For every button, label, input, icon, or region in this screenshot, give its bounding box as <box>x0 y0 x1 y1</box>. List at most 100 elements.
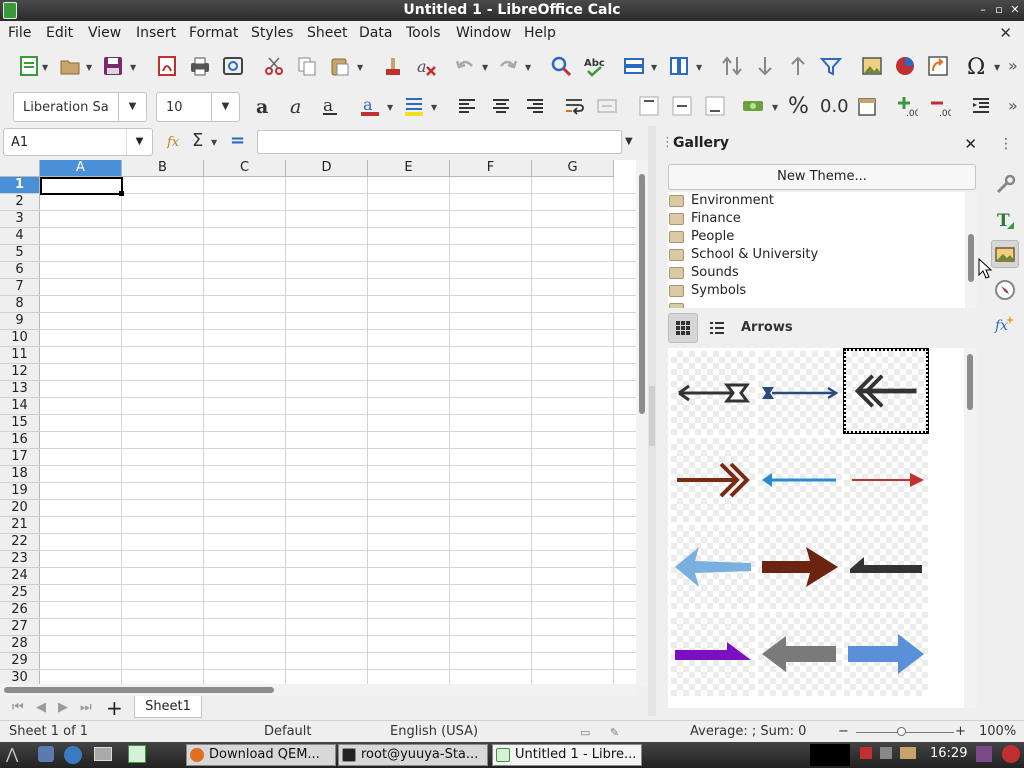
font-color-dropdown-icon[interactable]: ▼ <box>387 103 393 112</box>
column-header-e[interactable]: E <box>368 160 450 177</box>
gallery-item-arrow[interactable] <box>671 525 755 609</box>
name-box[interactable]: A1 ▼ <box>3 128 153 156</box>
maximize-button[interactable]: ▫ <box>992 2 1006 18</box>
gallery-items[interactable] <box>668 348 964 708</box>
wrap-text-icon[interactable] <box>561 93 587 119</box>
row-header[interactable]: 13 <box>0 381 40 398</box>
align-top-icon[interactable] <box>636 93 662 119</box>
column-header-f[interactable]: F <box>450 160 532 177</box>
theme-list-scrollbar[interactable] <box>965 192 977 308</box>
row-header[interactable]: 18 <box>0 466 40 483</box>
sort-ascending-icon[interactable] <box>785 53 811 79</box>
font-name-combobox[interactable]: Liberation Sa ▼ <box>13 92 147 122</box>
bold-icon[interactable]: a <box>251 93 277 119</box>
row-icon[interactable] <box>621 53 647 79</box>
calc-launcher-icon[interactable] <box>128 745 146 763</box>
row-header[interactable]: 25 <box>0 585 40 602</box>
number-format-button[interactable]: 0.0 <box>820 96 849 117</box>
zoom-out-button[interactable]: − <box>838 724 849 739</box>
paste-dropdown-icon[interactable]: ▼ <box>357 63 363 72</box>
row-dropdown-icon[interactable]: ▼ <box>651 63 657 72</box>
formula-input[interactable] <box>257 130 622 154</box>
column-icon[interactable] <box>666 53 692 79</box>
row-header[interactable]: 7 <box>0 279 40 296</box>
show-desktop-icon[interactable] <box>94 747 112 761</box>
menu-styles[interactable]: Styles <box>251 25 293 41</box>
user-icon[interactable] <box>976 746 992 762</box>
currency-dropdown-icon[interactable]: ▼ <box>772 103 778 112</box>
theme-item[interactable]: Symbols <box>668 282 958 300</box>
last-sheet-icon[interactable]: ⏭ <box>80 700 92 715</box>
date-format-icon[interactable] <box>854 93 880 119</box>
minimize-button[interactable]: – <box>976 2 990 18</box>
gallery-item-arrow[interactable] <box>758 525 842 609</box>
theme-item[interactable] <box>668 300 958 308</box>
gallery-item-arrow[interactable] <box>758 351 842 435</box>
gallery-item-arrow-selected[interactable] <box>843 348 929 434</box>
row-header[interactable]: 14 <box>0 398 40 415</box>
add-decimal-icon[interactable]: .00 <box>894 93 920 119</box>
scroll-thumb[interactable] <box>639 174 645 414</box>
align-left-icon[interactable] <box>454 93 480 119</box>
row-header[interactable]: 27 <box>0 619 40 636</box>
menu-edit[interactable]: Edit <box>46 25 73 41</box>
network-icon[interactable] <box>860 747 872 759</box>
theme-item[interactable]: Finance <box>668 210 958 228</box>
volume-icon[interactable] <box>880 747 892 759</box>
document-modified-icon[interactable]: ✎ <box>610 726 619 739</box>
gallery-item-arrow[interactable] <box>671 612 755 696</box>
menu-help[interactable]: Help <box>524 25 556 41</box>
insert-chart-icon[interactable] <box>892 53 918 79</box>
row-header[interactable]: 3 <box>0 211 40 228</box>
sort-descending-icon[interactable] <box>752 53 778 79</box>
page-style[interactable]: Default <box>264 724 312 739</box>
first-sheet-icon[interactable]: ⏮ <box>12 700 24 715</box>
cell-area[interactable] <box>40 177 636 684</box>
selection-mode-icon[interactable]: ▭ <box>580 726 590 739</box>
column-header-b[interactable]: B <box>122 160 204 177</box>
special-character-icon[interactable]: Ω <box>964 53 990 79</box>
row-header[interactable]: 11 <box>0 347 40 364</box>
theme-item[interactable]: Sounds <box>668 264 958 282</box>
italic-icon[interactable]: a <box>284 93 310 119</box>
find-replace-icon[interactable] <box>548 53 574 79</box>
special-character-dropdown-icon[interactable]: ▼ <box>994 63 1000 72</box>
scroll-thumb[interactable] <box>4 687 274 693</box>
clipboard-icon[interactable] <box>900 747 916 759</box>
row-header[interactable]: 22 <box>0 534 40 551</box>
redo-icon[interactable] <box>495 53 521 79</box>
highlight-color-icon[interactable] <box>401 93 427 119</box>
close-window-button[interactable]: ✕ <box>1008 2 1022 18</box>
function-wizard-icon[interactable]: fx <box>166 130 188 152</box>
column-header-d[interactable]: D <box>286 160 368 177</box>
paste-icon[interactable] <box>327 53 353 79</box>
cut-icon[interactable] <box>261 53 287 79</box>
open-dropdown-icon[interactable]: ▼ <box>86 63 92 72</box>
styles-deck-button[interactable]: T <box>991 206 1019 234</box>
zoom-level[interactable]: 100% <box>979 724 1016 739</box>
row-header[interactable]: 10 <box>0 330 40 347</box>
row-header[interactable]: 9 <box>0 313 40 330</box>
currency-format-icon[interactable] <box>740 93 766 119</box>
align-right-icon[interactable] <box>522 93 548 119</box>
formula-button[interactable]: = <box>230 130 245 151</box>
menu-insert[interactable]: Insert <box>136 25 176 41</box>
theme-list[interactable]: Environment Finance People School & Univ… <box>668 192 965 308</box>
expand-formula-bar-icon[interactable]: ▼ <box>625 136 633 147</box>
merge-cells-icon[interactable] <box>594 93 620 119</box>
new-dropdown-icon[interactable]: ▼ <box>42 63 48 72</box>
spreadsheet-grid[interactable]: A B C D E F G 1 2 3 4 5 6 7 8 9 10 11 12… <box>0 160 636 684</box>
align-center-icon[interactable] <box>488 93 514 119</box>
power-icon[interactable] <box>1002 745 1020 763</box>
language[interactable]: English (USA) <box>390 724 478 739</box>
column-header-a[interactable]: A <box>40 160 122 177</box>
row-header[interactable]: 4 <box>0 228 40 245</box>
start-menu-icon[interactable]: ⋀ <box>6 745 18 763</box>
row-header[interactable]: 26 <box>0 602 40 619</box>
menu-format[interactable]: Format <box>189 25 238 41</box>
font-color-icon[interactable]: a <box>357 93 383 119</box>
close-document-icon[interactable]: ✕ <box>999 24 1012 42</box>
clone-formatting-icon[interactable] <box>380 53 406 79</box>
zoom-slider-handle[interactable] <box>897 727 906 736</box>
row-header[interactable]: 15 <box>0 415 40 432</box>
